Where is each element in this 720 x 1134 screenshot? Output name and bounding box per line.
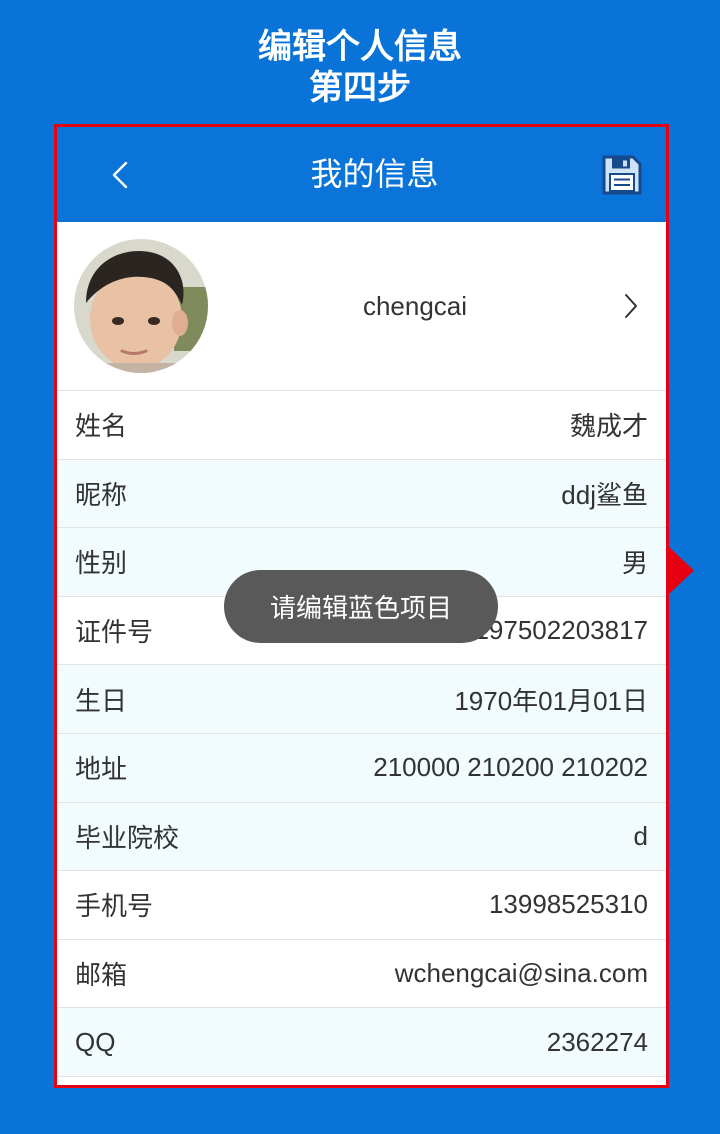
gender-value: 男: [621, 548, 648, 579]
school-value: d: [633, 820, 648, 851]
page-title: 我的信息: [310, 156, 439, 192]
phone-label: 手机号: [75, 891, 154, 922]
field-row-birthday[interactable]: 生日 1970年01月01日: [57, 665, 666, 734]
avatar[interactable]: [74, 239, 208, 373]
field-row-nickname[interactable]: 昵称 ddj鲨鱼: [57, 459, 666, 529]
toast-message: 请编辑蓝色项目: [224, 570, 498, 643]
email-value: wchengcai@sina.com: [394, 958, 648, 989]
field-row-school[interactable]: 毕业院校 d: [57, 802, 666, 872]
profile-row[interactable]: chengcai: [57, 222, 666, 391]
field-row-email: 邮箱 wchengcai@sina.com: [57, 939, 666, 1009]
nickname-value: ddj鲨鱼: [561, 479, 648, 510]
username: chengcai: [362, 290, 468, 321]
step-subtitle: 第四步: [309, 69, 411, 107]
chevron-right-icon: [624, 294, 637, 318]
profile-chevron[interactable]: [617, 293, 644, 319]
name-value: 魏成才: [569, 411, 648, 442]
id-number-label: 证件号: [75, 617, 154, 648]
pointer-arrow-shape: [668, 546, 694, 595]
avatar-ear: [172, 310, 188, 336]
field-row-name: 姓名 魏成才: [57, 391, 666, 460]
field-row-qq[interactable]: QQ 2362274: [57, 1008, 666, 1077]
name-label: 姓名: [75, 411, 128, 442]
address-label: 地址: [75, 754, 128, 785]
app-header: 我的信息: [57, 127, 666, 222]
school-label: 毕业院校: [75, 822, 180, 853]
qq-value: 2362274: [546, 1026, 648, 1057]
save-button[interactable]: [591, 127, 653, 222]
nickname-label: 昵称: [75, 479, 128, 510]
field-row-phone: 手机号 13998525310: [57, 871, 666, 940]
qq-label: QQ: [75, 1026, 116, 1057]
gender-label: 性别: [75, 548, 128, 579]
email-label: 邮箱: [75, 960, 128, 991]
avatar-image: [74, 239, 208, 373]
address-value: 210000 210200 210202: [373, 752, 648, 783]
avatar-eye-right: [148, 317, 160, 325]
step-title: 编辑个人信息: [258, 28, 462, 66]
field-row-address[interactable]: 地址 210000 210200 210202: [57, 733, 666, 803]
phone-value: 13998525310: [488, 889, 648, 920]
birthday-label: 生日: [75, 685, 128, 716]
floppy-disk-icon: [602, 155, 642, 194]
birthday-value: 1970年01月01日: [454, 685, 648, 716]
avatar-eye-left: [112, 317, 124, 325]
avatar-shirt: [74, 363, 208, 373]
pointer-arrow-icon: [668, 546, 694, 595]
